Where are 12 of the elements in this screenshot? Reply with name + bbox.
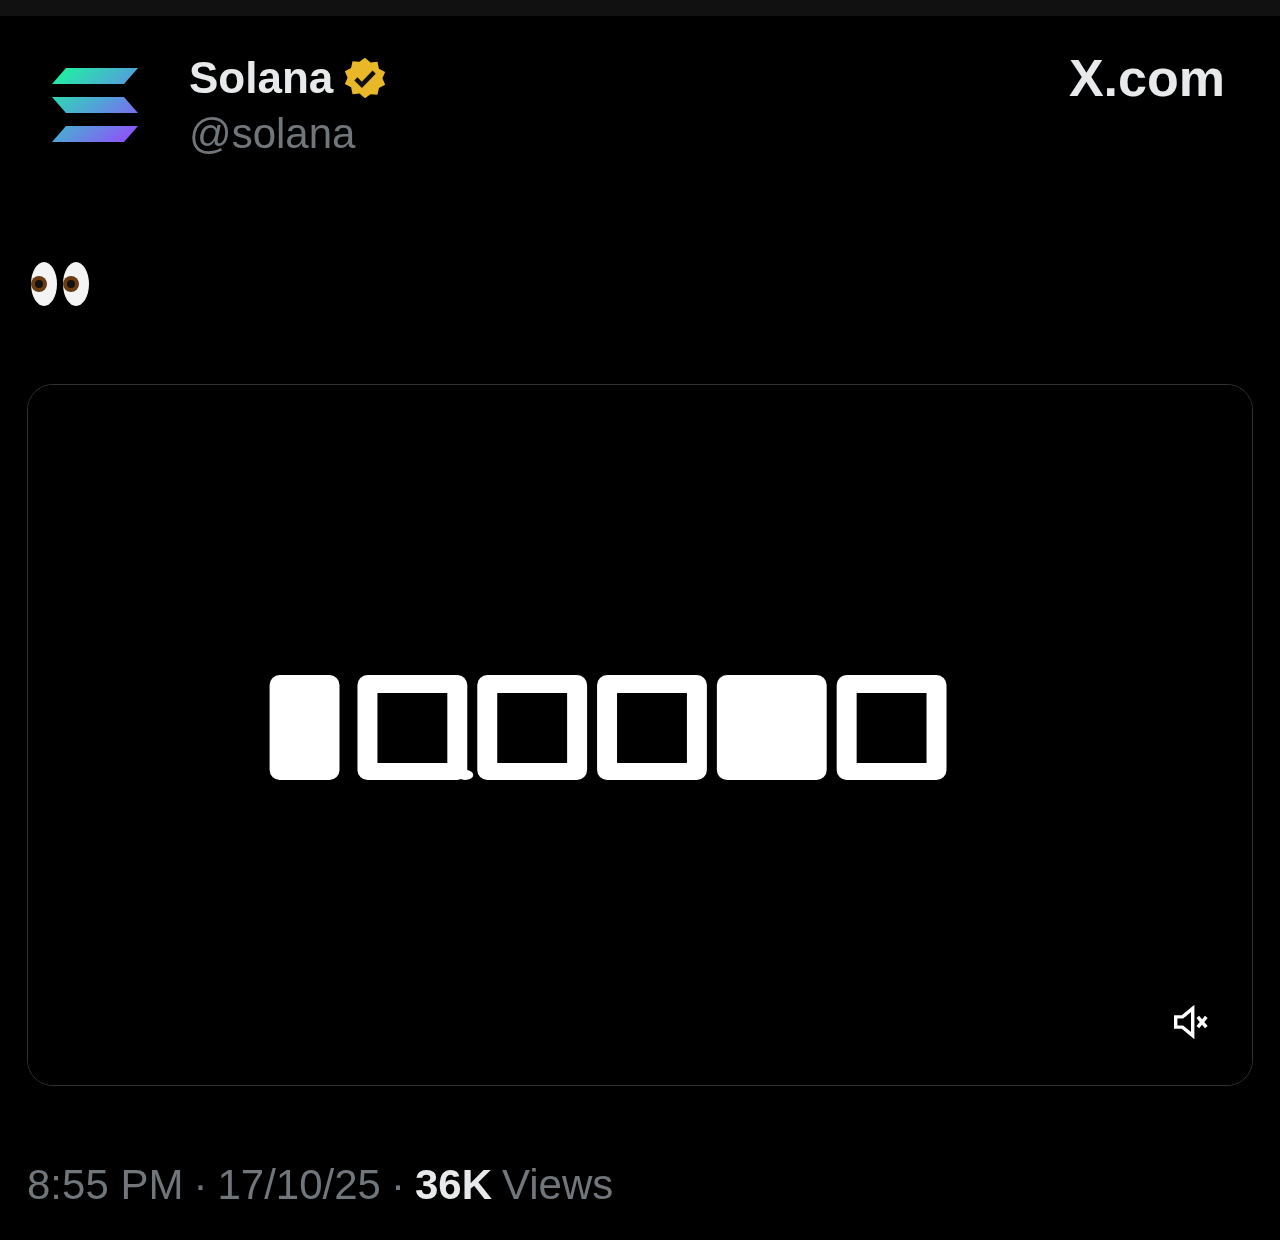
post-date[interactable]: 17/10/25 — [217, 1160, 381, 1210]
author-name[interactable]: Solana — [189, 52, 334, 104]
logo-icon — [52, 68, 138, 142]
separator-dot: · — [193, 1160, 208, 1210]
views-count: 36K — [414, 1160, 492, 1210]
site-label: X.com — [1068, 50, 1225, 106]
muted-speaker-icon[interactable] — [1172, 1005, 1210, 1039]
views-label: Views — [502, 1160, 614, 1210]
post-time[interactable]: 8:55 PM — [27, 1160, 184, 1210]
separator-dot: · — [390, 1160, 405, 1210]
eyes-icon — [29, 260, 91, 308]
author-handle[interactable]: @solana — [189, 108, 388, 160]
